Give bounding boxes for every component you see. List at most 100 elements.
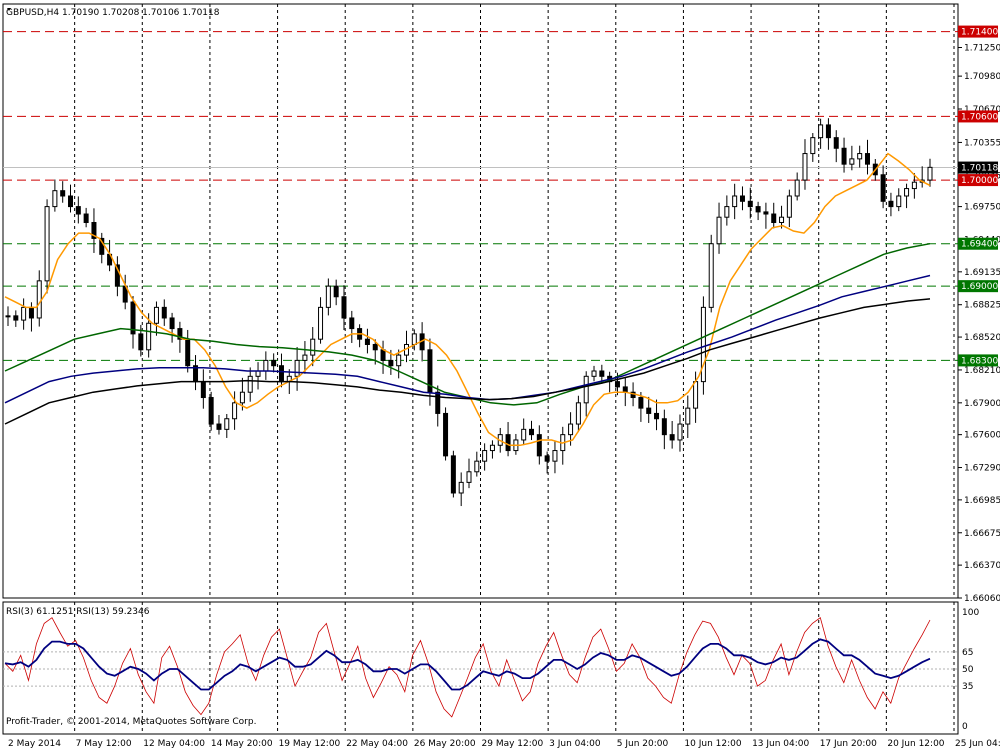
candle-body: [825, 124, 831, 139]
price-chart[interactable]: 2 May 2014 7 May 12:00 12 May 04:00 14 May …: [0, 0, 1000, 750]
candle-body: [13, 315, 19, 321]
y-tick-label: 1.66060: [964, 594, 1000, 604]
candle-body: [818, 124, 824, 139]
candle-body: [138, 333, 144, 351]
candle-body: [255, 370, 261, 377]
candle-body: [200, 381, 206, 399]
candle-body: [75, 206, 81, 215]
candle-body: [622, 386, 628, 393]
y-tick-label: 1.70355: [964, 138, 1000, 148]
level-label: 1.70000: [961, 176, 998, 186]
candle-body: [544, 455, 550, 462]
candle-body: [239, 391, 245, 404]
y-tick-label: 1.68520: [964, 333, 1000, 343]
candle-body: [708, 243, 714, 308]
candle-body: [263, 359, 269, 372]
candle-body: [458, 481, 464, 494]
y-tick-label: 1.67290: [964, 464, 1000, 474]
y-tick-label: 1.67900: [964, 399, 1000, 409]
x-tick-label: 17 Jun 20:00: [820, 739, 877, 749]
candle-body: [489, 444, 495, 452]
y-tick-label: 1.67600: [964, 431, 1000, 441]
candle-body: [685, 407, 691, 425]
rsi-y-tick-label: 65: [962, 648, 973, 658]
x-tick-label: 14 May 20:00: [211, 739, 273, 749]
candle-body: [700, 306, 706, 383]
candle-body: [294, 359, 300, 377]
y-tick-label: 1.70980: [964, 72, 1000, 82]
rsi-title: RSI(3) 61.1251 RSI(13) 59.2346: [6, 607, 150, 617]
candle-body: [466, 471, 472, 483]
candle-body: [669, 434, 675, 441]
candle-body: [83, 213, 89, 224]
candle-body: [646, 407, 652, 414]
candle-body: [599, 370, 605, 377]
candle-body: [763, 211, 769, 215]
y-tick-label: 1.68210: [964, 366, 1000, 376]
candle-body: [169, 317, 175, 330]
candle-body: [380, 349, 386, 361]
candle-body: [364, 338, 370, 345]
candle-body: [161, 306, 167, 319]
level-label: 1.69400: [961, 240, 998, 250]
candle-body: [482, 450, 488, 462]
candle-body: [779, 216, 785, 224]
candle-body: [28, 306, 34, 319]
chart-title: GBPUSD,H4 1.70190 1.70208 1.70106 1.7011…: [6, 8, 220, 18]
candle-body: [278, 365, 284, 383]
candle-body: [443, 412, 449, 457]
copyright-footer: Profit-Trader, © 2001-2014, MetaQuotes S…: [6, 717, 257, 727]
candle-body: [810, 137, 816, 155]
candle-body: [388, 359, 394, 367]
candle-body: [693, 381, 699, 409]
candle-body: [927, 166, 933, 181]
candle-body: [732, 195, 738, 208]
chart-window: 2 May 2014 7 May 12:00 12 May 04:00 14 May …: [0, 0, 1000, 750]
candle-body: [552, 450, 558, 462]
candle-body: [833, 137, 839, 149]
candle-body: [888, 200, 894, 208]
rsi-y-tick-label: 35: [962, 682, 973, 692]
candle-body: [349, 317, 355, 330]
y-tick-label: 1.66675: [964, 529, 1000, 539]
x-tick-label: 29 May 12:00: [482, 739, 544, 749]
candle-body: [52, 190, 58, 208]
candle-body: [661, 418, 667, 436]
candle-body: [716, 216, 722, 245]
x-tick-label: 20 Jun 12:00: [887, 739, 944, 749]
candle-body: [614, 381, 620, 388]
candle-body: [224, 418, 230, 430]
y-tick-label: 1.69750: [964, 203, 1000, 213]
candle-body: [341, 296, 347, 319]
x-tick-label: 19 May 12:00: [279, 739, 341, 749]
candle-body: [21, 306, 27, 321]
candle-body: [857, 153, 863, 160]
candle-body: [802, 153, 808, 181]
candle-body: [68, 195, 74, 208]
level-label: 1.71400: [961, 28, 998, 38]
candle-body: [435, 391, 441, 414]
x-tick-label: 26 May 20:00: [414, 739, 476, 749]
y-tick-label: 1.69135: [964, 268, 1000, 278]
x-tick-label: 12 May 04:00: [143, 739, 205, 749]
candle-body: [575, 402, 581, 425]
candle-body: [911, 181, 917, 190]
x-tick-label: 22 May 04:00: [346, 739, 408, 749]
current-price-label: 1.70118: [961, 164, 998, 174]
candle-body: [232, 402, 238, 420]
candle-body: [536, 434, 542, 457]
candle-body: [896, 195, 902, 208]
y-tick-label: 1.68825: [964, 301, 1000, 311]
candle-body: [568, 423, 574, 436]
candle-body: [44, 206, 50, 282]
y-tick-label: 1.66370: [964, 561, 1000, 571]
candle-body: [583, 375, 589, 404]
candle-body: [247, 375, 253, 393]
y-tick-label: 1.71250: [964, 43, 1000, 53]
level-label: 1.68300: [961, 356, 998, 366]
candle-body: [505, 434, 511, 452]
candle-body: [60, 190, 66, 197]
x-tick-label: 25 Jun 04:00: [955, 739, 1000, 749]
candle-body: [747, 200, 753, 208]
candle-body: [153, 306, 159, 324]
